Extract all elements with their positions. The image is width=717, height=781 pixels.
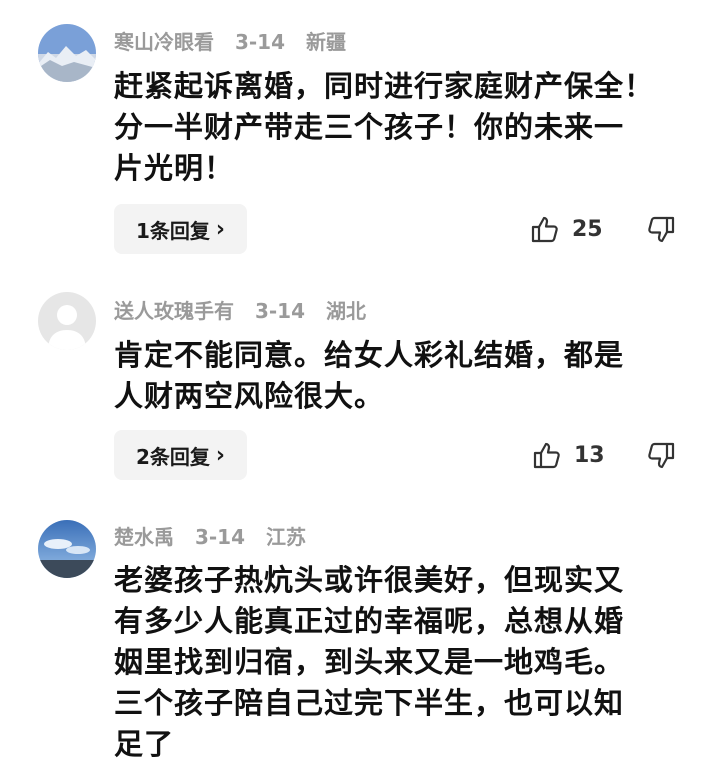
comment-location: 新疆 <box>306 30 346 54</box>
reply-count-label: 1条回复 <box>136 218 210 243</box>
like-button[interactable]: 13 <box>532 440 605 470</box>
thumbs-down-icon <box>648 442 675 469</box>
comment-meta: 楚水禹 3-14 江苏 <box>114 523 320 551</box>
sky-avatar-icon[interactable] <box>38 520 96 578</box>
comment-text: 赶紧起诉离婚，同时进行家庭财产保全！ 分一半财产带走三个孩子！你的未来一 片光明… <box>114 66 674 189</box>
chevron-right-icon: › <box>215 216 225 242</box>
comment-date: 3-14 <box>254 299 306 323</box>
comment-date: 3-14 <box>234 30 286 54</box>
username[interactable]: 楚水禹 <box>114 525 174 549</box>
reply-count-label: 2条回复 <box>136 444 210 469</box>
comment-line: 分一半财产带走三个孩子！你的未来一 <box>114 110 625 144</box>
view-replies-button[interactable]: 1条回复 › <box>114 204 247 254</box>
dislike-button[interactable] <box>646 441 676 475</box>
comment-1: 寒山冷眼看 3-14 新疆 赶紧起诉离婚，同时进行家庭财产保全！ 分一半财产带走… <box>0 0 717 265</box>
view-replies-button[interactable]: 2条回复 › <box>114 430 247 480</box>
comment-location: 江苏 <box>266 525 306 549</box>
comment-text: 肯定不能同意。给女人彩礼结婚，都是 人财两空风险很大。 <box>114 335 674 417</box>
comment-line: 肯定不能同意。给女人彩礼结婚，都是 <box>114 338 625 372</box>
like-count: 13 <box>574 442 605 468</box>
comment-location: 湖北 <box>326 299 366 323</box>
mountain-avatar-icon[interactable] <box>38 24 96 82</box>
comment-date: 3-14 <box>194 525 246 549</box>
comment-line: 赶紧起诉离婚，同时进行家庭财产保全！ <box>114 69 655 103</box>
comment-line: 片光明！ <box>114 151 235 185</box>
comment-text: 老婆孩子热炕头或许很美好，但现实又 有多少人能真正过的幸福呢，总想从婚 姻里找到… <box>114 560 674 765</box>
thumbs-down-icon <box>648 216 675 243</box>
comment-line: 老婆孩子热炕头或许很美好，但现实又 <box>114 563 625 597</box>
comment-line: 姻里找到归宿，到头来又是一地鸡毛。 <box>114 645 625 679</box>
comment-meta: 送人玫瑰手有 3-14 湖北 <box>114 297 380 325</box>
like-button[interactable]: 25 <box>530 214 603 244</box>
like-count: 25 <box>572 216 603 242</box>
comment-line: 有多少人能真正过的幸福呢，总想从婚 <box>114 604 625 638</box>
chevron-right-icon: › <box>215 442 225 468</box>
username[interactable]: 寒山冷眼看 <box>114 30 214 54</box>
thumbs-up-icon <box>533 442 560 469</box>
comment-meta: 寒山冷眼看 3-14 新疆 <box>114 28 360 56</box>
comment-line: 足了 <box>114 727 175 761</box>
comment-3: 楚水禹 3-14 江苏 老婆孩子热炕头或许很美好，但现实又 有多少人能真正过的幸… <box>0 505 717 781</box>
comment-line: 三个孩子陪自己过完下半生，也可以知 <box>114 686 625 720</box>
comment-2: 送人玫瑰手有 3-14 湖北 肯定不能同意。给女人彩礼结婚，都是 人财两空风险很… <box>0 265 717 505</box>
username[interactable]: 送人玫瑰手有 <box>114 299 234 323</box>
comment-line: 人财两空风险很大。 <box>114 379 385 413</box>
dislike-button[interactable] <box>646 215 676 249</box>
default-person-avatar-icon[interactable] <box>38 292 96 350</box>
thumbs-up-icon <box>531 216 558 243</box>
